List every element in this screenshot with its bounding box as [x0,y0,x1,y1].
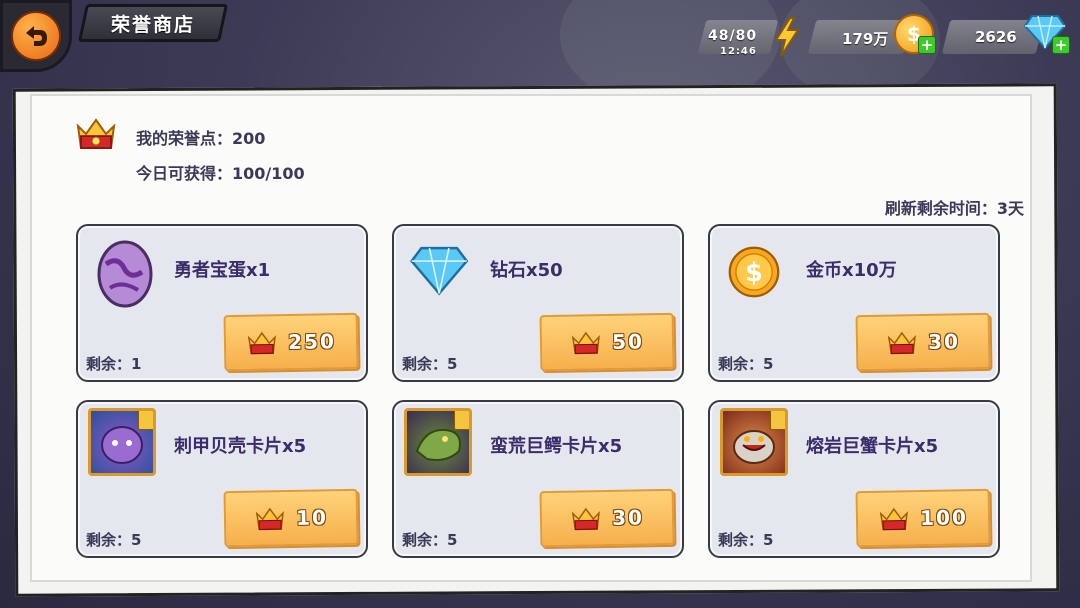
svg-text:$: $ [745,258,763,288]
remaining-count: 剩余：5 [718,355,774,373]
item-name: 勇者宝蛋x1 [174,260,271,281]
honor-points: 我的荣誉点：200 [136,129,266,148]
egg-icon [97,240,153,308]
honor-crown-icon [76,118,116,149]
shop-item-card[interactable]: 刺甲贝壳卡片x5 10 剩余：5 [76,400,368,558]
honor-crown-icon [247,331,277,355]
price-label: 250 [287,329,337,355]
gold-coin-icon: $ [728,246,780,298]
buy-button[interactable]: 30 [539,488,675,548]
shop-item-card[interactable]: $ 金币x10万 30 剩余：5 [708,224,1000,382]
buy-button[interactable]: 250 [223,312,359,372]
item-name: 刺甲贝壳卡片x5 [174,436,307,457]
price-label: 30 [611,505,645,530]
buy-button[interactable]: 50 [539,312,675,372]
card-tag-icon [770,411,785,430]
item-name: 金币x10万 [806,260,897,281]
refresh-timer: 刷新剩余时间：3天 [884,199,1024,218]
honor-crown-icon [887,331,917,355]
buy-button[interactable]: 10 [223,488,359,548]
crocodile-portrait [404,408,472,476]
shop-item-card[interactable]: 钻石x50 50 剩余：5 [392,224,684,382]
gold-value: 179万 [842,30,889,48]
buy-button[interactable]: 100 [855,488,991,548]
shop-item-card[interactable]: 蛮荒巨鳄卡片x5 30 剩余：5 [392,400,684,558]
shop-item-card[interactable]: 熔岩巨蟹卡片x5 100 剩余：5 [708,400,1000,558]
page-title: 荣誉商店 [110,13,195,36]
remaining-count: 剩余：5 [86,531,142,549]
energy-value: 48/80 [708,28,758,44]
lava-crab-portrait [720,408,788,476]
buy-button[interactable]: 30 [855,312,991,372]
card-tag-icon [454,411,469,430]
price-label: 10 [295,505,329,530]
shop-item-card[interactable]: 勇者宝蛋x1 250 剩余：1 [76,224,368,382]
back-arrow-icon [11,11,61,61]
remaining-count: 剩余：5 [402,355,458,373]
card-tag-icon [138,411,153,430]
item-name: 熔岩巨蟹卡片x5 [806,436,939,457]
daily-earnable: 今日可获得：100/100 [136,164,305,183]
item-name: 钻石x50 [490,260,563,281]
honor-crown-icon [571,507,601,531]
item-name: 蛮荒巨鳄卡片x5 [490,436,623,457]
energy-timer: 12:46 [720,46,757,57]
price-label: 100 [919,505,969,531]
price-label: 30 [927,329,961,354]
remaining-count: 剩余：5 [718,531,774,549]
add-gold-button[interactable]: + [918,36,936,54]
shell-monster-portrait [88,408,156,476]
gem-value: 2626 [975,28,1017,46]
price-label: 50 [611,329,645,354]
remaining-count: 剩余：5 [402,531,458,549]
add-gems-button[interactable]: + [1052,36,1070,54]
honor-crown-icon [255,507,285,531]
remaining-count: 剩余：1 [86,355,142,373]
diamond-icon [410,246,469,296]
honor-crown-icon [879,507,909,531]
honor-crown-icon [571,331,601,355]
back-button[interactable] [0,0,72,72]
energy-bolt-icon [774,17,800,57]
